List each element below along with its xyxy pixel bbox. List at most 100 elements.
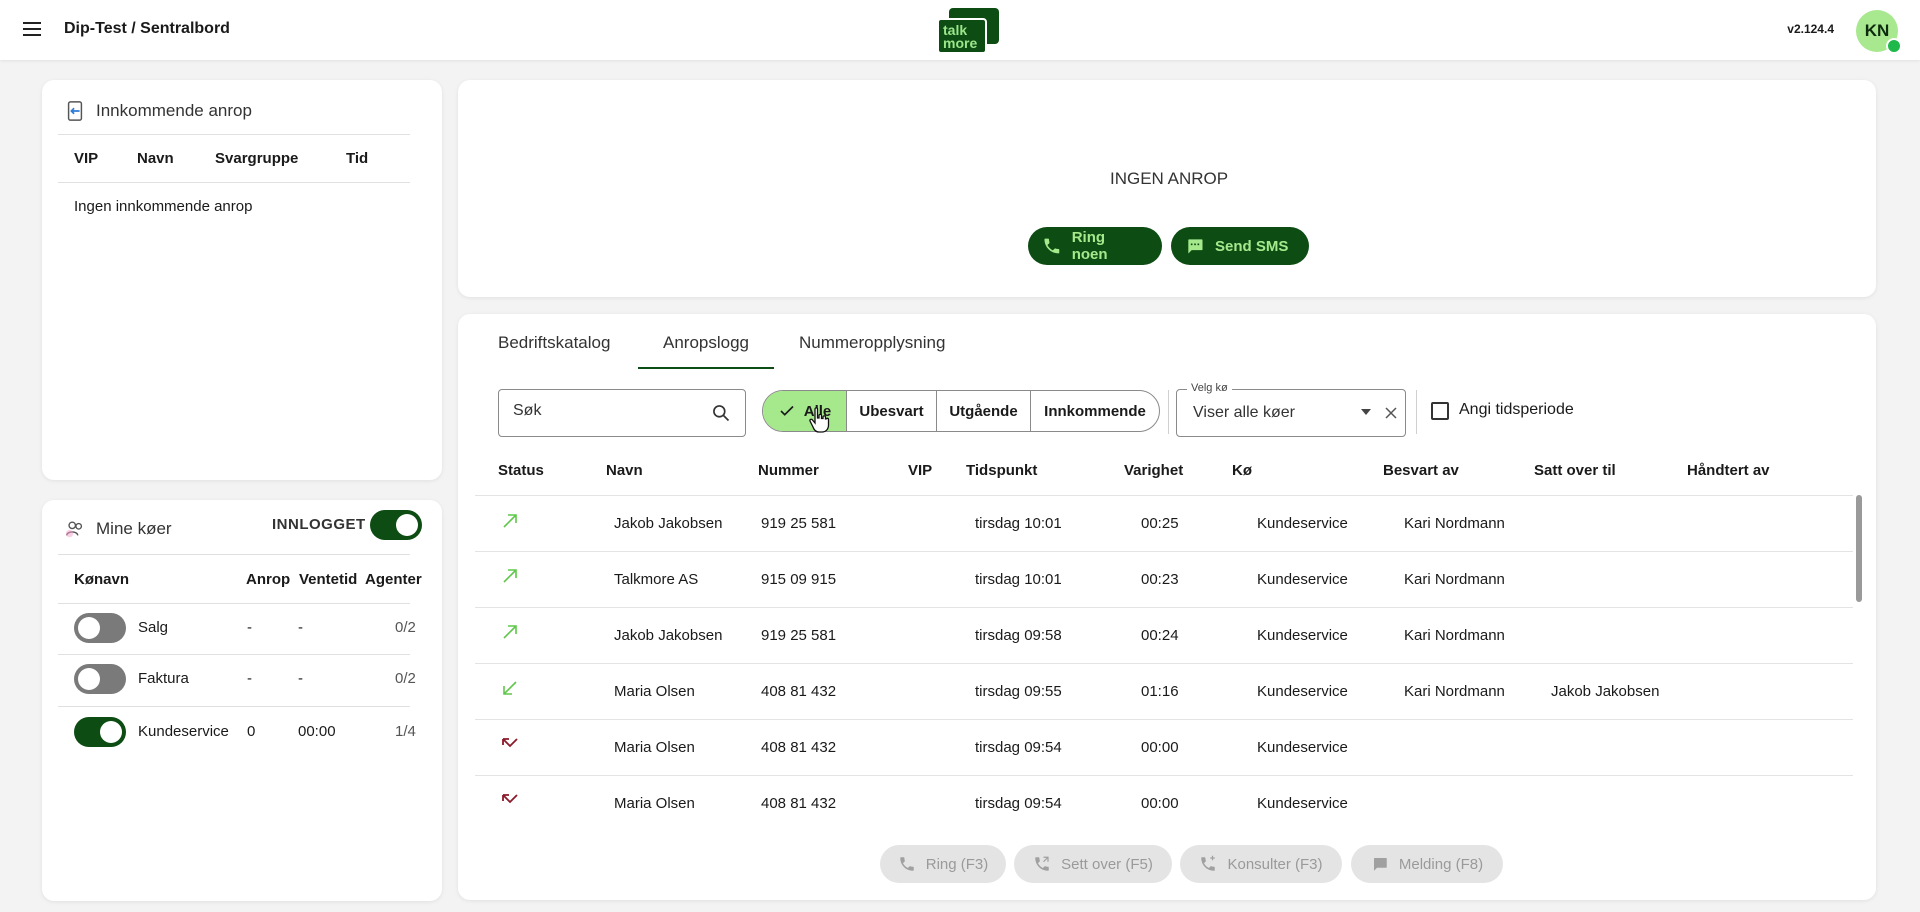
queue-name: Kundeservice [138, 723, 229, 740]
col-vip: VIP [74, 150, 99, 167]
message-icon [1373, 858, 1387, 871]
outgoing-call-icon [503, 569, 517, 583]
clear-icon[interactable] [1381, 403, 1401, 423]
search-box[interactable] [498, 389, 746, 437]
log-time: tirsdag 09:54 [975, 795, 1062, 812]
log-queue: Kundeservice [1257, 683, 1348, 700]
filter-alle[interactable]: Alle [763, 391, 847, 431]
queue-toggle-salg[interactable] [74, 613, 126, 643]
filter-ubesvart[interactable]: Ubesvart [847, 391, 937, 431]
talkmore-logo: talk more [937, 8, 999, 54]
transfer-icon [1035, 856, 1049, 871]
call-panel-card: INGEN ANROP Ring noen Send SMS [458, 80, 1876, 297]
queue-select[interactable]: Velg kø Viser alle køer [1176, 382, 1406, 437]
log-name: Jakob Jakobsen [614, 627, 723, 644]
period-checkbox-label: Angi tidsperiode [1459, 401, 1574, 418]
log-number: 408 81 432 [761, 739, 837, 756]
log-number: 408 81 432 [761, 795, 837, 812]
call-status: INGEN ANROP [1110, 169, 1229, 188]
my-queues-card: Mine køer INNLOGGET Kønavn Anrop Venteti… [42, 500, 442, 901]
tab-nummeropplysning[interactable]: Nummeropplysning [799, 333, 945, 353]
col-svargruppe: Svargruppe [215, 150, 299, 167]
log-number: 919 25 581 [761, 515, 837, 532]
avatar[interactable]: KN [1856, 10, 1902, 54]
log-queue: Kundeservice [1257, 795, 1348, 812]
incoming-calls-header: Innkommende anrop [64, 100, 252, 122]
send-sms-button[interactable]: Send SMS [1171, 227, 1309, 265]
page-title: Dip-Test / Sentralbord [64, 20, 230, 37]
log-scrollbar[interactable] [1856, 495, 1862, 602]
message-button[interactable]: Melding (F8) [1351, 845, 1503, 883]
queue-agents: 0/2 [395, 619, 416, 636]
log-time: tirsdag 09:54 [975, 739, 1062, 756]
queue-name: Salg [138, 619, 169, 636]
log-duration: 00:24 [1141, 627, 1179, 644]
phone-icon [1044, 238, 1060, 254]
log-name: Maria Olsen [614, 795, 695, 812]
log-number: 408 81 432 [761, 683, 837, 700]
log-duration: 00:00 [1141, 739, 1179, 756]
queue-wait: 00:00 [298, 723, 336, 740]
my-queues-header: Mine køer [64, 518, 172, 540]
outgoing-call-icon [503, 625, 517, 639]
queue-select-label: Velg kø [1187, 382, 1232, 394]
col-status: Status [498, 462, 544, 479]
incoming-calls-card: Innkommende anrop VIP Navn Svargruppe Ti… [42, 80, 442, 480]
incoming-empty-text: Ingen innkommende anrop [74, 198, 253, 215]
chevron-down-icon[interactable] [1361, 409, 1371, 415]
col-satt-over-til: Satt over til [1534, 462, 1616, 479]
col-varighet: Varighet [1124, 462, 1184, 479]
log-time: tirsdag 09:58 [975, 627, 1062, 644]
period-checkbox[interactable] [1431, 402, 1449, 420]
log-time: tirsdag 09:55 [975, 683, 1062, 700]
col-nummer: Nummer [758, 462, 819, 479]
col-tid: Tid [346, 150, 369, 167]
top-bar: Dip-Test / Sentralbord talk more v2.124.4… [0, 0, 1920, 60]
queue-wait: - [298, 619, 303, 636]
sms-icon [1188, 239, 1203, 254]
log-duration: 01:16 [1141, 683, 1179, 700]
online-status-dot [1886, 38, 1902, 54]
queue-select-value: Viser alle køer [1193, 404, 1295, 421]
log-name: Talkmore AS [614, 571, 699, 588]
tab-bedriftskatalog[interactable]: Bedriftskatalog [498, 333, 610, 353]
col-navn: Navn [606, 462, 643, 479]
search-input[interactable] [513, 402, 703, 420]
log-time: tirsdag 10:01 [975, 571, 1062, 588]
col-konavn: Kønavn [74, 571, 130, 588]
log-queue: Kundeservice [1257, 739, 1348, 756]
log-name: Maria Olsen [614, 739, 695, 756]
col-vip: VIP [908, 462, 933, 479]
consult-icon [1201, 855, 1216, 871]
incoming-call-icon [67, 101, 83, 121]
transfer-button[interactable]: Sett over (F5) [1014, 845, 1172, 883]
queue-toggle-faktura[interactable] [74, 664, 126, 694]
hamburger-menu-icon[interactable] [20, 18, 44, 42]
queue-toggle-kundeservice[interactable] [74, 717, 126, 747]
log-answered-by: Kari Nordmann [1404, 571, 1505, 588]
queue-name: Faktura [138, 670, 189, 687]
people-icon [65, 521, 83, 538]
active-tab-indicator [638, 367, 774, 369]
filter-utgaende[interactable]: Utgående [937, 391, 1031, 431]
col-handtert-av: Håndtert av [1687, 462, 1770, 479]
missed-call-icon [502, 794, 518, 804]
filter-innkommende[interactable]: Innkommende [1031, 391, 1159, 431]
login-status-label: INNLOGGET [272, 516, 366, 533]
tab-anropslogg[interactable]: Anropslogg [663, 333, 749, 353]
log-answered-by: Kari Nordmann [1404, 683, 1505, 700]
check-icon [780, 405, 794, 416]
login-toggle[interactable] [370, 510, 422, 540]
incoming-call-arrow-icon [503, 681, 517, 695]
log-number: 915 09 915 [761, 571, 837, 588]
search-icon[interactable] [711, 403, 731, 423]
consult-button[interactable]: Konsulter (F3) [1180, 845, 1342, 883]
log-answered-by: Kari Nordmann [1404, 627, 1505, 644]
log-queue: Kundeservice [1257, 627, 1348, 644]
outgoing-call-icon [503, 514, 517, 528]
log-queue: Kundeservice [1257, 515, 1348, 532]
queue-calls: 0 [247, 723, 256, 740]
call-someone-button[interactable]: Ring noen [1028, 227, 1162, 265]
ring-button[interactable]: Ring (F3) [880, 845, 1006, 883]
missed-call-icon [502, 738, 518, 748]
